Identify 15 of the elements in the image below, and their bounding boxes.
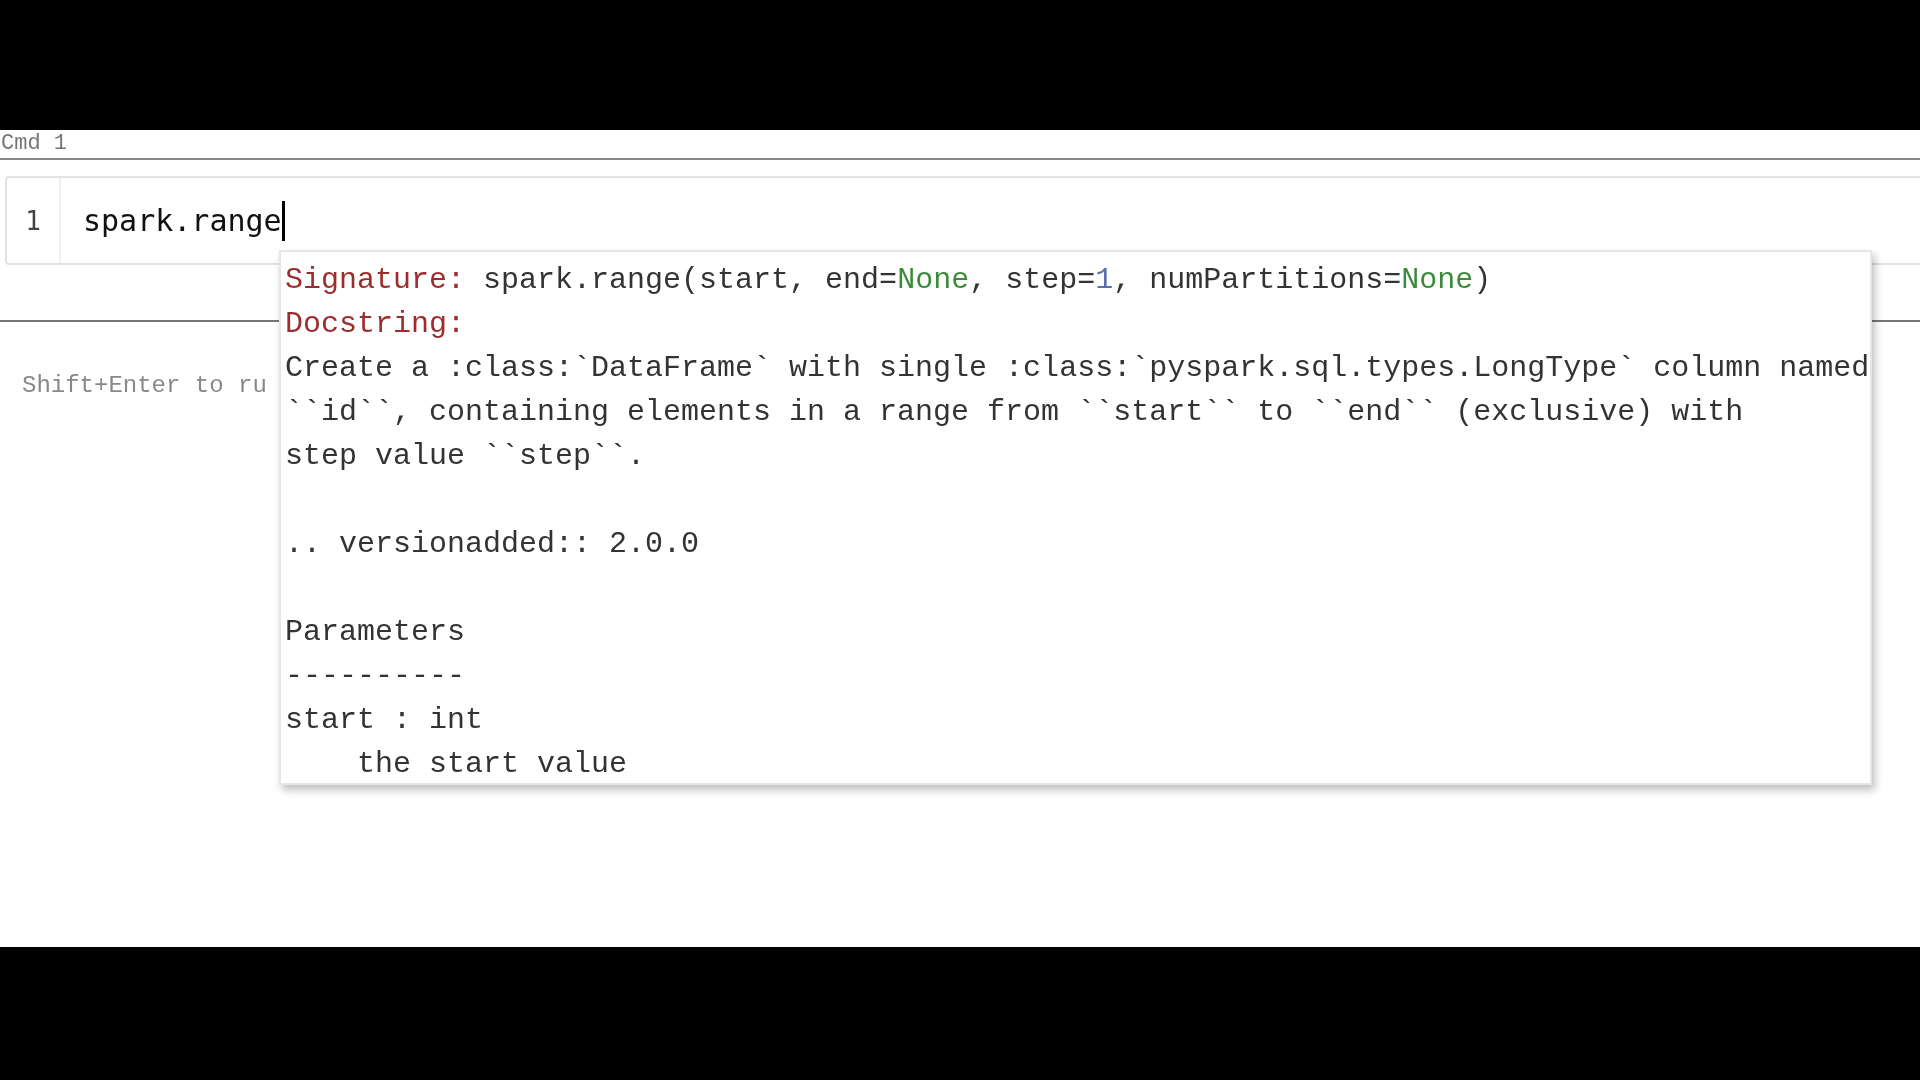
line-number: 1	[7, 178, 61, 263]
docstring-line: Parameters	[285, 614, 467, 651]
docstring-line: step value ``step``.	[285, 438, 647, 475]
docstring-line: start : int	[285, 702, 485, 739]
docstring-line: the start value	[356, 746, 629, 783]
docstring-line: ``id``, containing elements in a range from ``start`` to ``end`` (exclusive) with	[285, 394, 1745, 431]
code-line: spark.range	[83, 203, 282, 238]
cell-label: Cmd 1	[0, 130, 68, 158]
text-cursor	[281, 200, 285, 241]
signature-line: Signature: spark.range(start, end=None, step=1, numPartitions=None)	[285, 262, 1493, 299]
docstring-line: ----------	[285, 658, 467, 695]
docstring-line: .. versionadded:: 2.0.0	[285, 526, 701, 563]
run-hint: Shift+Enter to ru	[22, 372, 268, 399]
docstring-line: Create a :class:`DataFrame` with single :class:`pyspark.sql.types.LongType` column named	[285, 350, 1870, 387]
docstring-label: Docstring:	[285, 306, 467, 343]
